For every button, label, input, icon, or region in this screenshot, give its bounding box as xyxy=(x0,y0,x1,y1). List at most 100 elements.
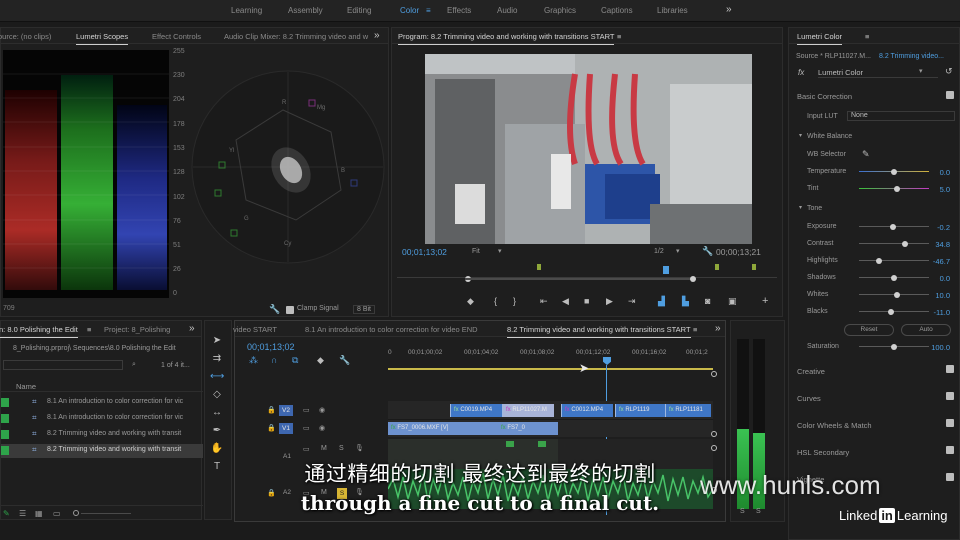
menu-icon[interactable]: ≡ xyxy=(617,32,621,41)
search-input[interactable] xyxy=(3,360,123,370)
eyedropper-icon[interactable]: ✎ xyxy=(862,149,870,160)
creative-header[interactable]: Creative xyxy=(797,367,825,376)
tone-slider-knob[interactable] xyxy=(902,240,908,247)
step-forward-icon[interactable]: ▶ xyxy=(606,296,613,307)
tone-slider-knob[interactable] xyxy=(888,308,894,315)
hsl-secondary-checkbox[interactable] xyxy=(946,446,954,454)
tone-slider-value[interactable]: -46.7 xyxy=(920,257,950,266)
zoom-bar[interactable] xyxy=(465,278,693,280)
workspace-menu-icon[interactable]: ≡ xyxy=(426,6,431,15)
workspace-tab-editing[interactable]: Editing xyxy=(347,6,371,15)
double-chevron-right-icon[interactable]: » xyxy=(374,30,380,41)
work-area-bar[interactable] xyxy=(388,368,713,370)
clip-v2-5[interactable]: fx RLP11181 xyxy=(665,404,711,417)
lumetri-clip-link[interactable]: 8.2 Trimming video... xyxy=(879,53,944,60)
tab-bin[interactable]: n: 8.0 Polishing the Edit xyxy=(0,325,78,338)
color-wheels-checkbox[interactable] xyxy=(946,419,954,427)
camera-icon[interactable]: ◙ xyxy=(705,296,710,306)
menu-icon[interactable]: ≡ xyxy=(87,325,91,334)
fx-icon[interactable]: fx xyxy=(798,68,804,77)
list-item[interactable]: ⌗ 8.1 An introduction to color correctio… xyxy=(1,396,203,410)
workspace-tab-color[interactable]: Color xyxy=(400,6,419,15)
reset-button[interactable]: Reset xyxy=(844,324,894,336)
eye-icon[interactable]: ◉ xyxy=(319,424,325,432)
color-wheels-header[interactable]: Color Wheels & Match xyxy=(797,421,872,430)
tone-slider-value[interactable]: -11.0 xyxy=(920,308,950,317)
basic-correction-header[interactable]: Basic Correction xyxy=(797,92,852,101)
temperature-slider[interactable] xyxy=(859,168,929,175)
curves-header[interactable]: Curves xyxy=(797,394,821,403)
clip-v2-4[interactable]: fx RLP1119 xyxy=(615,404,665,417)
creative-checkbox[interactable] xyxy=(946,365,954,373)
tab-effect-controls[interactable]: Effect Controls xyxy=(152,32,201,41)
temperature-knob[interactable] xyxy=(891,168,897,175)
eye-icon[interactable]: ◉ xyxy=(319,406,325,414)
tone-slider[interactable] xyxy=(859,240,929,247)
lock-icon[interactable]: 🔒 xyxy=(267,406,276,414)
zoom-select[interactable]: Fit xyxy=(472,248,480,255)
list-item[interactable]: ⌗ 8.1 An introduction to color correctio… xyxy=(1,412,203,426)
workspace-tab-libraries[interactable]: Libraries xyxy=(657,6,688,15)
tone-slider[interactable] xyxy=(859,308,929,315)
selection-tool-icon[interactable]: ➤ xyxy=(210,335,224,347)
wrench-icon[interactable]: 🔧 xyxy=(269,304,280,315)
toggle-sync-icon[interactable]: ▭ xyxy=(303,445,310,453)
toggle-sync-icon[interactable]: ▭ xyxy=(303,424,310,432)
wrench-icon[interactable]: 🔧 xyxy=(702,246,713,257)
extract-icon[interactable]: ▙ xyxy=(682,296,689,307)
tone-slider-knob[interactable] xyxy=(894,291,900,298)
scroll-handle[interactable] xyxy=(711,371,717,377)
wrench-icon[interactable]: 🔧 xyxy=(339,355,350,366)
tone-slider-value[interactable]: 10.0 xyxy=(920,291,950,300)
clip-v1-1[interactable]: fx FS7_0006.MXF [V] xyxy=(388,422,498,435)
program-timecode[interactable]: 00;01;13;02 xyxy=(402,247,447,257)
mark-out-icon[interactable]: } xyxy=(513,296,516,306)
microphone-icon[interactable]: 🎙 xyxy=(355,444,364,452)
tab-audio-clip-mixer[interactable]: Audio Clip Mixer: 8.2 Trimming video and… xyxy=(224,32,368,41)
lift-icon[interactable]: ▟ xyxy=(658,296,665,307)
go-to-in-icon[interactable]: ⇤ xyxy=(540,296,548,307)
tone-slider-knob[interactable] xyxy=(891,274,897,281)
chevron-down-icon[interactable]: ▾ xyxy=(676,247,680,255)
hsl-secondary-header[interactable]: HSL Secondary xyxy=(797,448,849,457)
chevron-down-icon[interactable]: ▾ xyxy=(919,67,923,75)
tint-knob[interactable] xyxy=(894,185,900,192)
workspace-tab-graphics[interactable]: Graphics xyxy=(544,6,576,15)
lumetri-color-title[interactable]: Lumetri Color xyxy=(797,32,843,45)
clip-v2-1[interactable]: fx C0019.MP4 xyxy=(450,404,502,417)
saturation-knob[interactable] xyxy=(891,343,897,350)
mute-button[interactable]: M xyxy=(321,445,327,452)
program-playhead[interactable] xyxy=(663,266,669,274)
workspace-tab-assembly[interactable]: Assembly xyxy=(288,6,323,15)
list-item-selected[interactable]: ⌗ 8.2 Trimming video and working with tr… xyxy=(1,444,203,458)
chevron-down-icon[interactable]: ▾ xyxy=(799,132,802,139)
add-button-icon[interactable]: + xyxy=(762,295,768,307)
clip-v2-3[interactable]: fx C0012.MP4 xyxy=(561,404,613,417)
input-lut-select[interactable]: None xyxy=(847,111,955,121)
clamp-signal-checkbox[interactable] xyxy=(286,306,294,314)
lock-icon[interactable]: 🔒 xyxy=(267,424,276,432)
slip-tool-icon[interactable]: ↔ xyxy=(210,407,224,419)
program-mini-timeline[interactable] xyxy=(397,264,777,282)
reset-effect-icon[interactable]: ↺ xyxy=(945,66,953,77)
tone-slider[interactable] xyxy=(859,274,929,281)
compare-icon[interactable]: ▣ xyxy=(728,296,737,307)
white-balance-header[interactable]: White Balance xyxy=(807,133,852,140)
timeline-timecode[interactable]: 00;01;13;02 xyxy=(247,342,295,352)
list-item[interactable]: ⌗ 8.2 Trimming video and working with tr… xyxy=(1,428,203,442)
hand-tool-icon[interactable]: ✋ xyxy=(210,443,224,455)
solo-button[interactable]: S xyxy=(339,445,344,452)
workspace-tab-captions[interactable]: Captions xyxy=(601,6,633,15)
zoom-handle-right[interactable] xyxy=(690,276,696,282)
tone-slider[interactable] xyxy=(859,291,929,298)
snap-icon[interactable]: ∩ xyxy=(271,355,277,365)
track-label-v1[interactable]: V1 xyxy=(279,423,293,434)
chevron-down-icon[interactable]: ▾ xyxy=(498,247,502,255)
menu-icon[interactable]: ≡ xyxy=(693,325,697,334)
tone-header[interactable]: Tone xyxy=(807,205,822,212)
tab-sequence-start[interactable]: video START xyxy=(233,325,277,334)
insert-icon[interactable]: ⁂ xyxy=(249,355,258,366)
step-back-icon[interactable]: ◀ xyxy=(562,296,569,307)
resolution-select[interactable]: 1/2 xyxy=(654,248,664,255)
bit-depth-select[interactable]: 8 Bit xyxy=(353,305,376,314)
